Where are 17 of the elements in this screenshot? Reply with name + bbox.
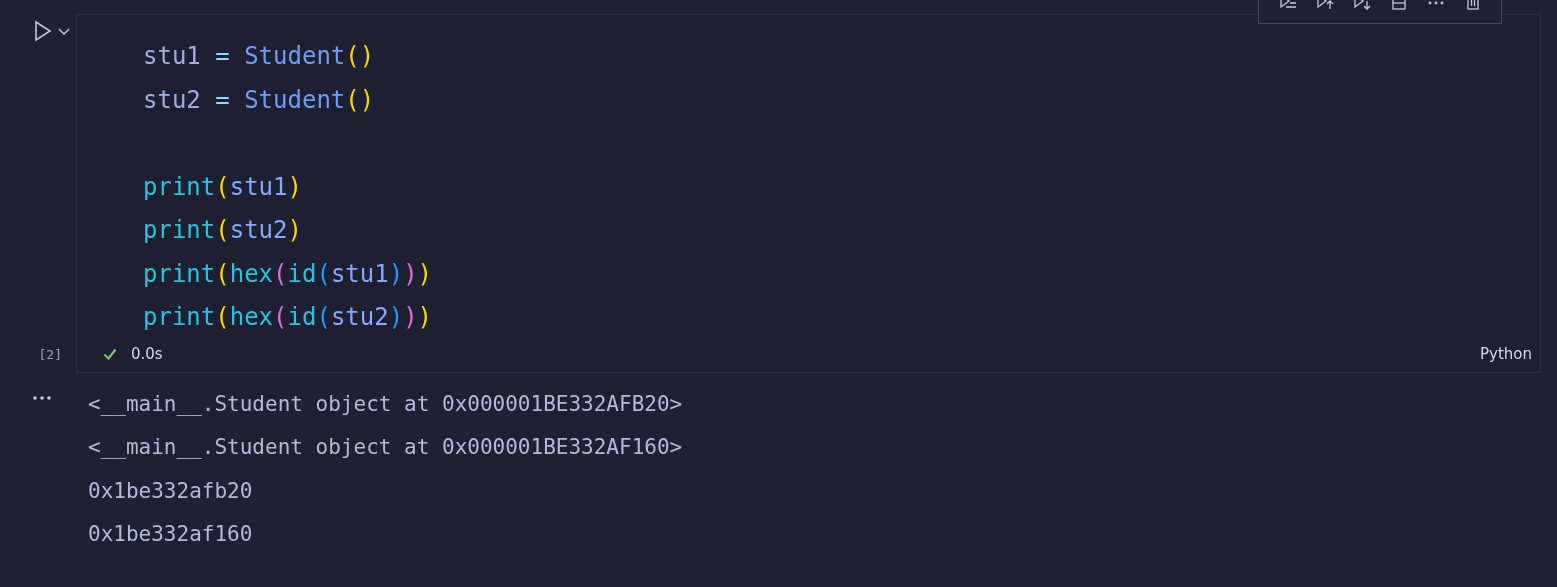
code-line: print(stu2)	[143, 215, 302, 246]
output-line: 0x1be332af160	[88, 520, 253, 548]
code-line: stu2 = Student()	[143, 84, 375, 116]
output-line: <__main__.Student object at 0x000001BE332AF160>	[88, 434, 683, 462]
code-line: print(hex(id(stu1)))	[143, 258, 433, 290]
code-line: print(stu1)	[143, 171, 302, 203]
output-line: <__main__.Student object at 0x000001BE332AFB20>	[88, 391, 683, 418]
output-line: 0x1be332afb20	[88, 477, 253, 505]
code-editor[interactable]: stu1 = Student() stu2 = Student() print(stu1) print(stu2) print(hex(id(stu1))) print(hex(id(stu2)))	[76, 14, 1541, 336]
code-line: print(hex(id(stu2)))	[143, 302, 433, 333]
language-label[interactable]: Python	[1480, 345, 1532, 363]
execution-time: 0.0s	[131, 345, 163, 363]
code-line: stu1 = Student()	[143, 41, 375, 72]
more-icon[interactable]	[32, 395, 52, 401]
run-icon[interactable]	[34, 20, 52, 42]
execution-count: [2]	[37, 347, 62, 362]
chevron-down-icon[interactable]	[58, 28, 70, 36]
